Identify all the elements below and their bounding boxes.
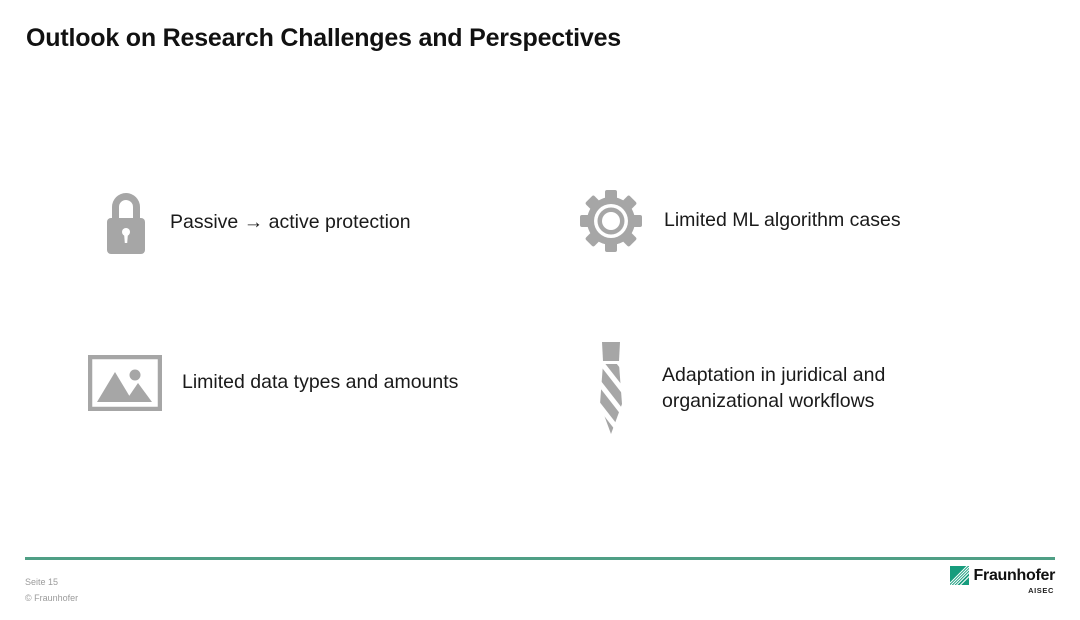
fraunhofer-logo: Fraunhofer AISEC bbox=[949, 566, 1056, 595]
footer-divider bbox=[25, 557, 1055, 560]
slide-canvas: Outlook on Research Challenges and Persp… bbox=[0, 0, 1080, 620]
list-item-label: Adaptation in juridical and organization… bbox=[662, 364, 886, 412]
fraunhofer-logo-mark bbox=[949, 566, 969, 585]
gear-icon bbox=[580, 190, 642, 252]
page-number: Seite 15 bbox=[25, 577, 59, 587]
list-item-limited-ml-algorithm-cases: Limited ML algorithm cases bbox=[580, 190, 901, 252]
logo-institute-label: AISEC bbox=[1028, 586, 1054, 595]
list-item-passive-active-protection: Passive → active protection bbox=[100, 190, 411, 256]
footer-meta: Seite 15 © Fraunhofer bbox=[25, 575, 78, 607]
content-area: Passive → active protection Limited ML a… bbox=[0, 170, 1080, 470]
list-item-adaptation-workflows: Adaptation in juridical and organization… bbox=[588, 340, 885, 438]
page-title: Outlook on Research Challenges and Persp… bbox=[26, 24, 621, 52]
logo-wordmark: Fraunhofer bbox=[973, 566, 1056, 584]
picture-icon bbox=[88, 355, 162, 411]
list-item-label: Limited ML algorithm cases bbox=[664, 209, 901, 232]
logo-row: Fraunhofer bbox=[949, 566, 1056, 585]
lock-icon bbox=[100, 190, 152, 256]
list-item-limited-data-types: Limited data types and amounts bbox=[88, 355, 458, 411]
copyright-notice: © Fraunhofer bbox=[25, 592, 79, 603]
list-item-label: Limited data types and amounts bbox=[182, 371, 459, 394]
necktie-icon bbox=[588, 340, 634, 438]
list-item-label: Passive → active protection bbox=[170, 211, 411, 234]
